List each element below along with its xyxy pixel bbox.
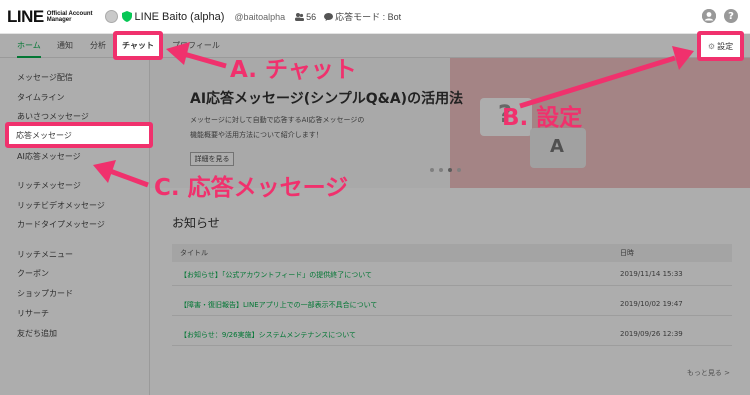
response-message-highlight-label: 応答メッセージ (16, 130, 72, 140)
friends-count: 56 (295, 12, 316, 22)
user-account-icon[interactable] (702, 9, 716, 23)
friends-icon (295, 12, 305, 21)
chat-tab-highlight-label: チャット (122, 41, 154, 50)
chat-bubble-icon (324, 12, 334, 21)
settings-highlight-label: 設定 (717, 41, 734, 51)
dim-overlay (0, 34, 750, 395)
response-mode-label: 応答モード : Bot (335, 12, 402, 22)
top-header: LINE Official Account Manager LINE Baito… (0, 0, 750, 34)
line-logo[interactable]: LINE Official Account Manager (7, 7, 93, 27)
logo-text: LINE (7, 6, 44, 26)
annotation-a-label: A. チャット (230, 57, 357, 83)
account-name[interactable]: LINE Baito (alpha) (135, 11, 225, 23)
friends-count-value: 56 (306, 11, 317, 22)
logo-subtitle-line-2: Manager (46, 16, 72, 23)
annotation-b-label: B. 設定 (502, 105, 583, 131)
gear-icon: ⚙ (707, 41, 716, 51)
account-avatar-icon[interactable] (104, 10, 118, 23)
user-silhouette-icon (702, 9, 716, 23)
response-mode[interactable]: 応答モード : Bot (324, 10, 401, 23)
response-message-highlight[interactable]: 応答メッセージ (5, 122, 153, 148)
account-id: @baitoalpha (234, 11, 286, 22)
logo-subtitle: Official Account Manager (47, 11, 93, 23)
top-right-icons: ? (702, 9, 738, 23)
annotation-c-label: C. 応答メッセージ (154, 175, 349, 201)
verified-shield-icon (121, 11, 132, 22)
chat-tab-highlight[interactable]: チャット (113, 31, 163, 60)
settings-highlight[interactable]: ⚙ 設定 (697, 31, 744, 61)
help-icon[interactable]: ? (724, 9, 738, 23)
